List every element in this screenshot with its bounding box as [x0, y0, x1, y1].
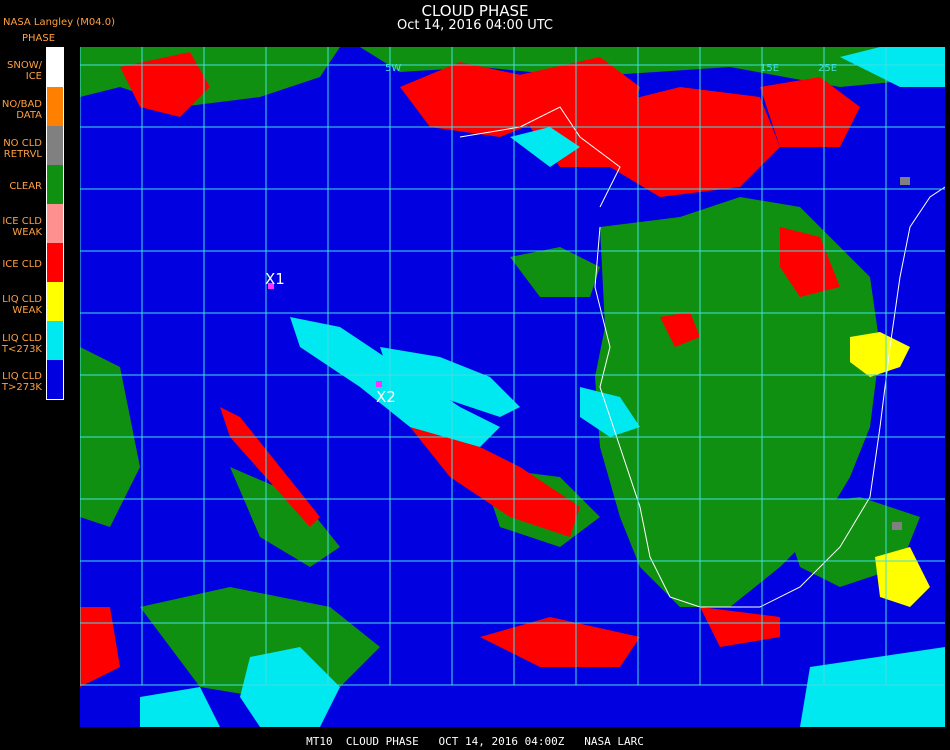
- legend-label-no-bad-data: NO/BAD DATA: [1, 99, 42, 121]
- legend-swatch-ice-cld: [47, 243, 63, 282]
- legend-label-ice-cld-weak: ICE CLD WEAK: [2, 216, 42, 238]
- legend-label-liq-cld-cold: LIQ CLD T<273K: [1, 333, 42, 355]
- legend-label-clear: CLEAR: [9, 181, 42, 192]
- legend-label-liq-cld-weak: LIQ CLD WEAK: [2, 294, 42, 316]
- legend-swatch-liq-cld-cold: [47, 321, 63, 360]
- legend-label-snow-ice: SNOW/ ICE: [7, 60, 42, 82]
- legend-swatch-snow-ice: [47, 48, 63, 87]
- grid-label-5w: 5W: [385, 63, 401, 74]
- legend-label-no-cld-retrvl: NO CLD RETRVL: [3, 138, 42, 160]
- marker-x2-label: X2: [376, 388, 396, 406]
- source-label: NASA Langley (M04.0): [3, 17, 115, 28]
- marker-x1-label: X1: [265, 270, 285, 288]
- legend-title: PHASE: [22, 33, 56, 44]
- grid-label-15e: 15E: [760, 63, 779, 74]
- legend-label-ice-cld: ICE CLD: [2, 259, 42, 270]
- legend-swatch-liq-cld-warm: [47, 360, 63, 399]
- satellite-map: 5W 15E 25E X1 X2: [80, 47, 945, 727]
- legend-swatch-no-bad-data: [47, 87, 63, 126]
- grid-label-25e: 25E: [818, 63, 837, 74]
- legend-swatch-no-cld-retrvl: [47, 126, 63, 165]
- image-subtitle: Oct 14, 2016 04:00 UTC: [397, 18, 553, 33]
- cloud-phase-image: { "header": { "title": "CLOUD PHASE", "s…: [0, 0, 950, 750]
- legend-colorbar: [46, 47, 64, 400]
- legend-swatch-liq-cld-weak: [47, 282, 63, 321]
- marker-x2-dot: [376, 381, 382, 387]
- footer-caption: MT10 CLOUD PHASE OCT 14, 2016 04:00Z NAS…: [306, 735, 644, 748]
- legend-swatch-clear: [47, 165, 63, 204]
- legend-swatch-ice-cld-weak: [47, 204, 63, 243]
- legend-label-liq-cld-warm: LIQ CLD T>273K: [1, 371, 42, 393]
